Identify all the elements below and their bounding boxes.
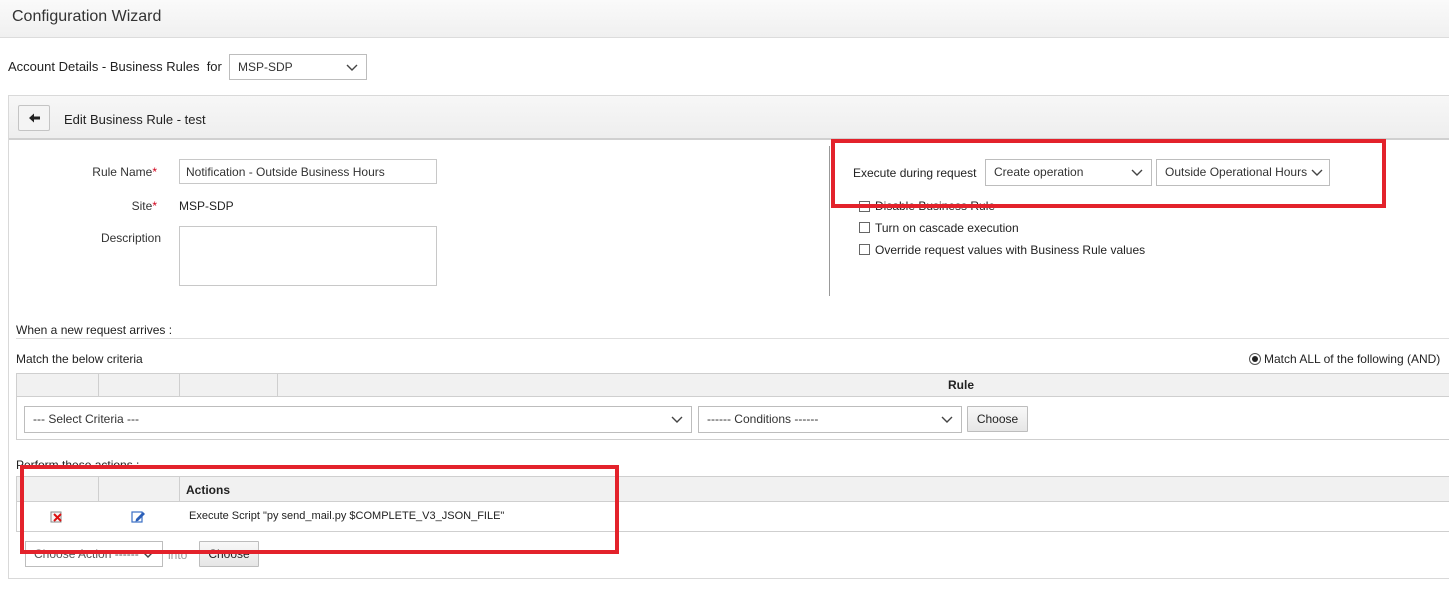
column-divider [829, 146, 830, 296]
account-select[interactable]: MSP-SDP [229, 54, 367, 80]
override-label: Override request values with Business Ru… [875, 243, 1146, 257]
description-label: Description [100, 231, 161, 245]
rule-column-header: Rule [948, 378, 975, 392]
highlight-box-actions [20, 465, 619, 554]
window-title: Configuration Wizard [12, 8, 162, 25]
chevron-down-icon [941, 416, 953, 423]
match-criteria-label: Match the below criteria [16, 352, 143, 366]
back-button[interactable] [18, 105, 50, 131]
site-label: Site* [131, 199, 157, 213]
highlight-box-execute [831, 139, 1386, 208]
rule-name-input[interactable]: Notification - Outside Business Hours [179, 159, 437, 184]
title-bar: Configuration Wizard [0, 0, 1449, 38]
account-select-value: MSP-SDP [238, 60, 293, 74]
chevron-down-icon [671, 416, 683, 423]
description-textarea[interactable] [179, 226, 437, 286]
rule-name-label: Rule Name* [92, 165, 157, 179]
select-criteria-dropdown[interactable]: --- Select Criteria --- [24, 406, 692, 433]
chevron-down-icon [346, 64, 358, 71]
override-checkbox[interactable] [859, 244, 870, 255]
site-value: MSP-SDP [179, 199, 234, 213]
conditions-dropdown[interactable]: ------ Conditions ------ [698, 406, 962, 433]
choose-criteria-button[interactable]: Choose [967, 406, 1028, 432]
cascade-checkbox[interactable] [859, 222, 870, 233]
arrow-left-icon [29, 113, 40, 123]
panel-title: Edit Business Rule - test [64, 112, 206, 127]
panel-header [9, 96, 1449, 140]
match-all-radio[interactable] [1249, 353, 1261, 365]
criteria-grid-header [17, 374, 1449, 397]
match-all-label: Match ALL of the following (AND) [1264, 352, 1441, 366]
cascade-label: Turn on cascade execution [875, 221, 1019, 235]
new-request-label: When a new request arrives : [16, 323, 173, 337]
account-details-label: Account Details - Business Rules for [8, 59, 222, 74]
divider [16, 338, 1449, 339]
